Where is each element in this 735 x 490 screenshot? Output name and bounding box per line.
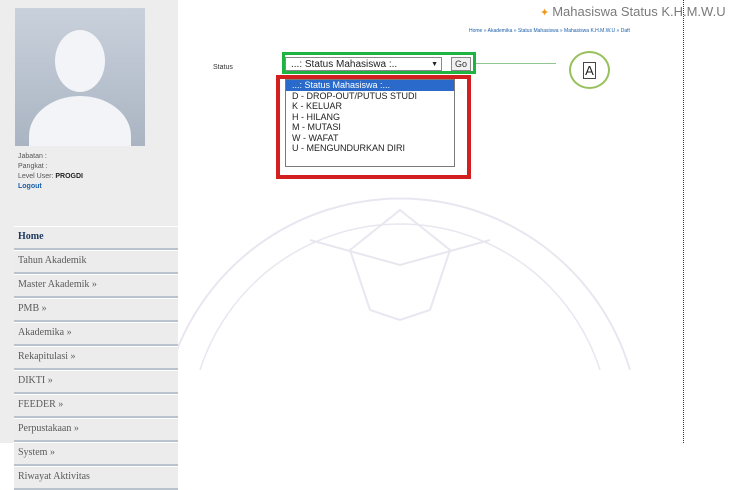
callout-label: A bbox=[583, 62, 596, 79]
sidebar-item-feeder[interactable]: FEEDER » bbox=[14, 394, 178, 418]
sidebar-item-home[interactable]: Home bbox=[14, 226, 178, 250]
level-label: Level User: bbox=[18, 173, 54, 180]
callout-connector bbox=[476, 63, 556, 64]
avatar bbox=[15, 8, 145, 146]
sidebar-item-rekapitulasi[interactable]: Rekapitulasi » bbox=[14, 346, 178, 370]
jabatan-label: Jabatan : bbox=[18, 153, 47, 160]
sparkle-icon: ✦ bbox=[540, 7, 550, 19]
red-highlight-box bbox=[276, 75, 471, 179]
sidebar-item-dikti[interactable]: DIKTI » bbox=[14, 370, 178, 394]
sidebar-item-perpustakaan[interactable]: Perpustakaan » bbox=[14, 418, 178, 442]
sidebar-item-pmb[interactable]: PMB » bbox=[14, 298, 178, 322]
level-user: Level User: PROGDI bbox=[18, 172, 83, 182]
logout-link[interactable]: Logout bbox=[18, 182, 83, 192]
sidebar-item-akademika[interactable]: Akademika » bbox=[14, 322, 178, 346]
sidebar-menu: Home Tahun Akademik Master Akademik » PM… bbox=[14, 226, 178, 490]
green-highlight-box bbox=[282, 52, 476, 74]
pangkat-label: Pangkat : bbox=[18, 163, 48, 170]
sidebar-item-system[interactable]: System » bbox=[14, 442, 178, 466]
dotted-divider bbox=[683, 0, 684, 443]
callout-a: A bbox=[569, 51, 610, 89]
page-title-text: Mahasiswa Status K.H.M.W.U bbox=[552, 4, 726, 19]
level-value: PROGDI bbox=[55, 173, 83, 180]
sidebar-item-master-akademik[interactable]: Master Akademik » bbox=[14, 274, 178, 298]
page-title: ✦ Mahasiswa Status K.H.M.W.U bbox=[540, 4, 726, 19]
sidebar-item-tahun-akademik[interactable]: Tahun Akademik bbox=[14, 250, 178, 274]
status-label: Status bbox=[213, 64, 233, 71]
breadcrumb[interactable]: Home » Akademika » Status Mahasiswa » Ma… bbox=[469, 28, 630, 34]
profile-info: Jabatan : Pangkat : Level User: PROGDI L… bbox=[18, 152, 83, 192]
sidebar-item-riwayat-aktivitas[interactable]: Riwayat Aktivitas bbox=[14, 466, 178, 490]
sidebar: Jabatan : Pangkat : Level User: PROGDI L… bbox=[0, 0, 178, 490]
